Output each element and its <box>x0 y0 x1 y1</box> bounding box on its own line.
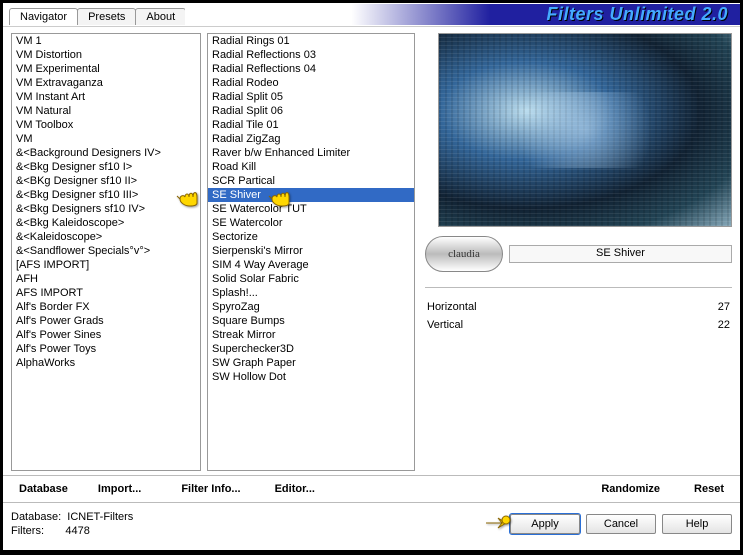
filter-item[interactable]: SE Watercolor <box>208 216 414 230</box>
slider-label: Horizontal <box>427 301 497 313</box>
category-item[interactable]: Alf's Border FX <box>12 300 200 314</box>
filter-item[interactable]: SIM 4 Way Average <box>208 258 414 272</box>
reset-button[interactable]: Reset <box>686 480 732 498</box>
category-item[interactable]: AlphaWorks <box>12 356 200 370</box>
category-item[interactable]: Alf's Power Toys <box>12 342 200 356</box>
dialog-window: Navigator Presets About Filters Unlimite… <box>2 2 741 551</box>
category-item[interactable]: [AFS IMPORT] <box>12 258 200 272</box>
filter-item[interactable]: Radial Split 05 <box>208 90 414 104</box>
filter-item[interactable]: SE Shiver <box>208 188 414 202</box>
filter-item[interactable]: Streak Mirror <box>208 328 414 342</box>
filter-item[interactable]: Raver b/w Enhanced Limiter <box>208 146 414 160</box>
title-bar: Navigator Presets About Filters Unlimite… <box>3 3 740 27</box>
toolbar-row: Database Import... Filter Info... Editor… <box>3 475 740 503</box>
filter-item[interactable]: Solid Solar Fabric <box>208 272 414 286</box>
category-item[interactable]: VM Toolbox <box>12 118 200 132</box>
slider-label: Vertical <box>427 319 497 331</box>
filter-list[interactable]: Radial Rings 01Radial Reflections 03Radi… <box>207 33 415 471</box>
tab-navigator[interactable]: Navigator <box>9 8 78 25</box>
category-item[interactable]: &<Sandflower Specials°v°> <box>12 244 200 258</box>
filter-item[interactable]: Sierpenski's Mirror <box>208 244 414 258</box>
help-button[interactable]: Help <box>662 514 732 534</box>
randomize-button[interactable]: Randomize <box>593 480 668 498</box>
category-list[interactable]: VM 1VM DistortionVM ExperimentalVM Extra… <box>11 33 201 471</box>
slider-value: 27 <box>700 301 730 313</box>
slider-row[interactable]: Vertical 22 <box>425 316 732 334</box>
filter-item[interactable]: Sectorize <box>208 230 414 244</box>
tab-presets[interactable]: Presets <box>77 8 136 25</box>
category-item[interactable]: VM Instant Art <box>12 90 200 104</box>
filter-item[interactable]: SW Graph Paper <box>208 356 414 370</box>
category-item[interactable]: VM 1 <box>12 34 200 48</box>
category-item[interactable]: VM Distortion <box>12 48 200 62</box>
database-button[interactable]: Database <box>11 480 76 498</box>
main-area: VM 1VM DistortionVM ExperimentalVM Extra… <box>3 27 740 475</box>
slider-value: 22 <box>700 319 730 331</box>
brand-title: Filters Unlimited 2.0 <box>546 4 728 24</box>
filter-item[interactable]: Radial Rings 01 <box>208 34 414 48</box>
apply-button[interactable]: Apply <box>510 514 580 534</box>
filter-item[interactable]: Radial Reflections 04 <box>208 62 414 76</box>
filter-name-row: claudia SE Shiver <box>425 235 732 273</box>
filter-item[interactable]: SpyroZag <box>208 300 414 314</box>
category-item[interactable]: VM <box>12 132 200 146</box>
category-item[interactable]: AFS IMPORT <box>12 286 200 300</box>
separator <box>425 287 732 288</box>
slider-group: Horizontal 27 Vertical 22 <box>425 298 732 334</box>
category-item[interactable]: Alf's Power Grads <box>12 314 200 328</box>
category-item[interactable]: VM Experimental <box>12 62 200 76</box>
tab-about[interactable]: About <box>135 8 186 25</box>
category-item[interactable]: Alf's Power Sines <box>12 328 200 342</box>
filter-item[interactable]: Splash!... <box>208 286 414 300</box>
slider-row[interactable]: Horizontal 27 <box>425 298 732 316</box>
filter-item[interactable]: Radial Rodeo <box>208 76 414 90</box>
filter-name-field: SE Shiver <box>509 245 732 263</box>
status-row: Database: ICNET-Filters Filters: 4478 Ap… <box>3 503 740 545</box>
preview-image <box>438 33 732 227</box>
category-item[interactable]: &<Bkg Designer sf10 III> <box>12 188 200 202</box>
category-item[interactable]: &<Background Designers IV> <box>12 146 200 160</box>
category-item[interactable]: &<Bkg Kaleidoscope> <box>12 216 200 230</box>
category-item[interactable]: &<BKg Designer sf10 II> <box>12 174 200 188</box>
filter-info-button[interactable]: Filter Info... <box>173 480 248 498</box>
filter-item[interactable]: Radial Reflections 03 <box>208 48 414 62</box>
preview-section: claudia SE Shiver Horizontal 27 Vertical 22 <box>415 33 732 475</box>
editor-button[interactable]: Editor... <box>267 480 323 498</box>
cancel-button[interactable]: Cancel <box>586 514 656 534</box>
filter-item[interactable]: Square Bumps <box>208 314 414 328</box>
category-item[interactable]: VM Extravaganza <box>12 76 200 90</box>
filter-item[interactable]: Road Kill <box>208 160 414 174</box>
tab-strip: Navigator Presets About <box>3 4 185 25</box>
category-item[interactable]: &<Bkg Designer sf10 I> <box>12 160 200 174</box>
category-item[interactable]: &<Kaleidoscope> <box>12 230 200 244</box>
filter-item[interactable]: SE Watercolor TUT <box>208 202 414 216</box>
category-item[interactable]: VM Natural <box>12 104 200 118</box>
category-item[interactable]: AFH <box>12 272 200 286</box>
brand-area: Filters Unlimited 2.0 <box>185 4 740 25</box>
filter-item[interactable]: Radial Split 06 <box>208 104 414 118</box>
filter-item[interactable]: Superchecker3D <box>208 342 414 356</box>
author-badge: claudia <box>425 236 503 272</box>
import-button[interactable]: Import... <box>90 480 149 498</box>
filter-item[interactable]: SCR Partical <box>208 174 414 188</box>
filter-item[interactable]: SW Hollow Dot <box>208 370 414 384</box>
filter-item[interactable]: Radial ZigZag <box>208 132 414 146</box>
status-text: Database: ICNET-Filters Filters: 4478 <box>11 510 133 538</box>
category-item[interactable]: &<Bkg Designers sf10 IV> <box>12 202 200 216</box>
filter-item[interactable]: Radial Tile 01 <box>208 118 414 132</box>
